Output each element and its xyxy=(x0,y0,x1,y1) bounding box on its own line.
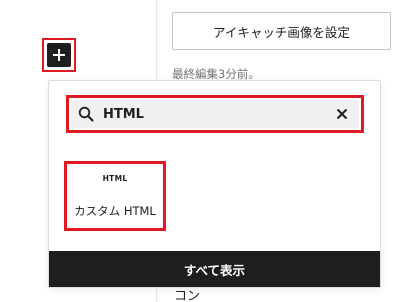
block-search-input[interactable]: HTML xyxy=(71,100,359,128)
close-icon[interactable] xyxy=(333,105,351,123)
browse-all-button[interactable]: すべて表示 xyxy=(49,251,380,287)
plus-icon xyxy=(53,49,65,61)
block-item-custom-html[interactable]: HTML カスタム HTML xyxy=(64,161,166,231)
block-item-label: カスタム HTML xyxy=(74,204,156,218)
html-block-icon: HTML xyxy=(102,174,128,183)
block-inserter-popover: HTML HTML カスタム HTML すべて表示 xyxy=(48,80,381,288)
inserter-toggle-highlight xyxy=(42,38,76,72)
search-input-value: HTML xyxy=(103,106,144,122)
search-icon xyxy=(77,105,95,123)
search-highlight: HTML xyxy=(66,95,364,133)
set-featured-image-button[interactable]: アイキャッチ画像を設定 xyxy=(172,12,391,50)
block-inserter-toggle-button[interactable] xyxy=(47,43,71,67)
sidebar-partial-text: コン xyxy=(174,289,201,302)
